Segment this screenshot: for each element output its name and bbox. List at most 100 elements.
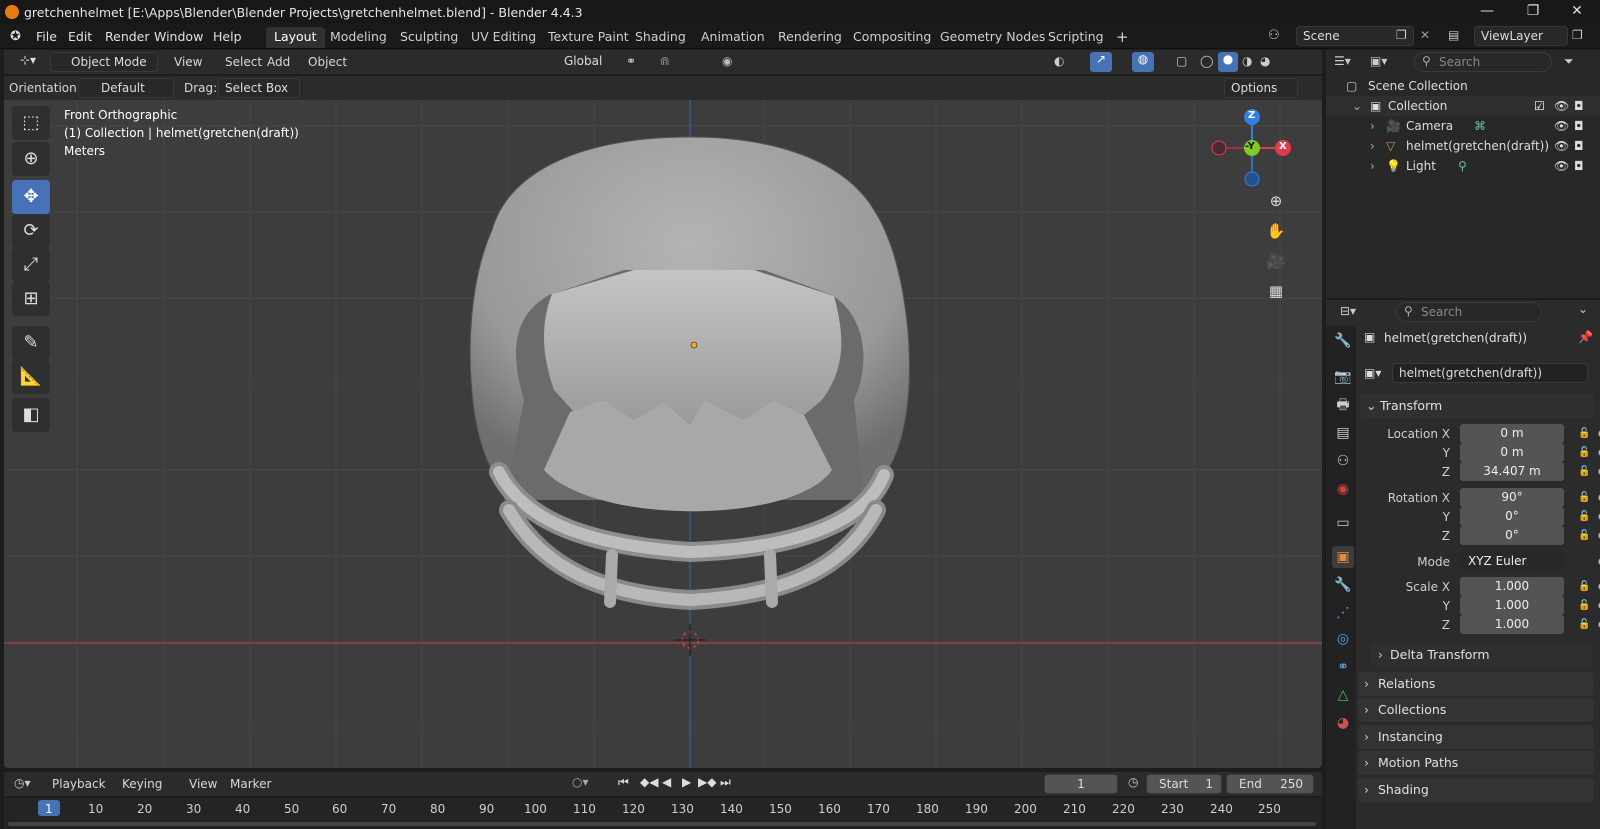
timeline-scrollbar[interactable]	[8, 822, 1316, 826]
eye-icon[interactable]: 👁	[1554, 136, 1569, 156]
rotation-mode-select[interactable]: XYZ Euler	[1460, 552, 1564, 571]
add-workspace-button[interactable]: +	[1108, 27, 1137, 48]
location-z-field[interactable]: 34.407 m	[1460, 462, 1564, 481]
cursor-tool[interactable]: ⊕	[12, 142, 50, 176]
wireframe-shading-icon[interactable]: ◯	[1200, 54, 1213, 68]
object-name-field[interactable]: helmet(gretchen(draft))	[1392, 363, 1588, 383]
close-button[interactable]: ✕	[1554, 0, 1600, 24]
options-button[interactable]: Options	[1224, 78, 1298, 98]
outliner-item-helmet[interactable]: › ▽ helmet(gretchen(draft)) 👁 ◘	[1326, 136, 1600, 156]
auto-keying-icon[interactable]: ○▾	[572, 775, 589, 789]
tab-compositing[interactable]: Compositing	[845, 27, 939, 48]
editor-type-icon[interactable]: ⊹▾	[20, 53, 36, 67]
jump-end-icon[interactable]: ⏭	[720, 775, 731, 790]
3d-viewport[interactable]: Front Orthographic (1) Collection | helm…	[4, 100, 1322, 768]
rendered-shading-icon[interactable]: ◕	[1260, 54, 1270, 68]
start-frame-field[interactable]: Start 1	[1146, 774, 1222, 794]
mode-selector[interactable]: Object Mode	[50, 52, 158, 72]
menu-keying[interactable]: Keying	[122, 777, 162, 791]
lock-icon[interactable]: 🔓	[1578, 507, 1590, 527]
menu-object[interactable]: Object	[308, 55, 347, 69]
lock-icon[interactable]: 🔓	[1578, 488, 1590, 508]
menu-window[interactable]: Window	[148, 27, 209, 46]
rotate-tool[interactable]: ⟳	[12, 214, 50, 248]
relations-panel[interactable]: › Relations	[1358, 672, 1594, 696]
tab-uv-editing[interactable]: UV Editing	[463, 27, 544, 48]
camera-render-icon[interactable]: ◘	[1574, 156, 1584, 176]
zoom-icon[interactable]: ⊕	[1262, 187, 1290, 215]
material-shading-icon[interactable]: ◑	[1242, 54, 1252, 68]
gizmo-toggle-icon[interactable]: ↗	[1090, 52, 1112, 72]
properties-editor-icon[interactable]: ⊟▾	[1340, 304, 1356, 318]
tab-shading[interactable]: Shading	[627, 27, 694, 48]
scale-tool[interactable]: ⤢	[12, 248, 50, 282]
orientation-selector[interactable]: Default	[78, 78, 174, 98]
camera-render-icon[interactable]: ◘	[1574, 96, 1584, 116]
collapse-chevron-icon[interactable]: ⌄	[1352, 96, 1362, 116]
data-tab-icon[interactable]: △	[1332, 684, 1354, 706]
camera-render-icon[interactable]: ◘	[1574, 116, 1584, 136]
options-chevron-icon[interactable]: ⌄	[1578, 302, 1588, 316]
constraints-tab-icon[interactable]: ⚭	[1332, 656, 1354, 678]
instancing-panel[interactable]: › Instancing	[1358, 725, 1594, 749]
rotation-y-field[interactable]: 0°	[1460, 507, 1564, 526]
tab-rendering[interactable]: Rendering	[770, 27, 850, 48]
lock-icon[interactable]: 🔓	[1578, 424, 1590, 444]
menu-help[interactable]: Help	[207, 27, 248, 46]
view-layer-icon[interactable]: ▤	[1448, 28, 1459, 42]
lock-icon[interactable]: 🔓	[1578, 615, 1590, 635]
preview-range-icon[interactable]: ◷	[1128, 775, 1138, 789]
shading-panel[interactable]: › Shading	[1358, 778, 1594, 802]
transform-orientation[interactable]: Global	[540, 52, 618, 72]
drag-selector[interactable]: Select Box	[218, 78, 300, 98]
new-scene-icon[interactable]: ❐	[1396, 28, 1407, 42]
view-layer-selector[interactable]: ViewLayer	[1474, 26, 1568, 46]
select-box-tool[interactable]: ⬚	[12, 106, 50, 140]
material-tab-icon[interactable]: ◕	[1332, 712, 1354, 734]
menu-edit[interactable]: Edit	[62, 27, 98, 46]
output-tab-icon[interactable]: 🖶	[1332, 394, 1354, 416]
menu-add[interactable]: Add	[267, 55, 290, 69]
lock-icon[interactable]: 🔓	[1578, 462, 1590, 482]
timeline-ruler[interactable]: 1 10 20 30 40 50 60 70 80 90 100 110 120…	[4, 798, 1322, 829]
annotate-tool[interactable]: ✎	[12, 326, 50, 360]
lock-icon[interactable]: 🔓	[1578, 577, 1590, 597]
helmet-mesh[interactable]	[4, 100, 1322, 768]
transform-panel-header[interactable]: ⌄ Transform	[1360, 394, 1594, 418]
overlay-toggle-icon[interactable]: ◍	[1132, 52, 1154, 72]
delta-transform-subpanel[interactable]: › Delta Transform	[1370, 644, 1592, 666]
current-frame-field[interactable]: 1	[1044, 774, 1118, 794]
minimize-button[interactable]: —	[1464, 0, 1510, 24]
pin-icon[interactable]: 📌	[1578, 330, 1593, 344]
new-view-layer-icon[interactable]: ❐	[1572, 28, 1583, 42]
outliner-search[interactable]: Search	[1414, 52, 1552, 72]
timeline-editor-icon[interactable]: ◷▾	[14, 776, 31, 790]
location-y-field[interactable]: 0 m	[1460, 443, 1564, 462]
scale-x-field[interactable]: 1.000	[1460, 577, 1564, 596]
end-frame-field[interactable]: End 250	[1226, 774, 1314, 794]
lock-icon[interactable]: 🔓	[1578, 526, 1590, 546]
pivot-icon[interactable]: ⚭	[626, 54, 636, 68]
scale-z-field[interactable]: 1.000	[1460, 615, 1564, 634]
ortho-grid-icon[interactable]: ▦	[1262, 277, 1290, 305]
scene-collection-row[interactable]: ▢ Scene Collection	[1326, 76, 1600, 96]
datablock-icon[interactable]: ▣▾	[1364, 366, 1381, 380]
measure-tool[interactable]: 📐	[12, 360, 50, 394]
play-icon[interactable]: ▶	[682, 775, 691, 789]
xray-icon[interactable]: ▢	[1176, 54, 1187, 68]
tab-layout[interactable]: Layout	[266, 27, 325, 48]
render-tab-icon[interactable]: 📷	[1332, 366, 1354, 388]
menu-view[interactable]: View	[174, 55, 202, 69]
menu-view-timeline[interactable]: View	[189, 777, 217, 791]
add-cube-tool[interactable]: ◧	[12, 398, 50, 432]
lock-icon[interactable]: 🔓	[1578, 596, 1590, 616]
delete-scene-icon[interactable]: ✕	[1420, 28, 1430, 42]
pan-hand-icon[interactable]: ✋	[1262, 217, 1290, 245]
outliner-editor-icon[interactable]: ☰▾	[1334, 54, 1351, 68]
tab-scripting[interactable]: Scripting	[1040, 27, 1112, 48]
properties-search[interactable]: Search	[1396, 302, 1542, 322]
display-mode-icon[interactable]: ▣▾	[1370, 54, 1387, 68]
solid-shading-icon[interactable]: ●	[1218, 52, 1238, 72]
visibility-icon[interactable]: ◐	[1054, 54, 1064, 68]
filter-icon[interactable]: ⏷	[1564, 54, 1574, 69]
